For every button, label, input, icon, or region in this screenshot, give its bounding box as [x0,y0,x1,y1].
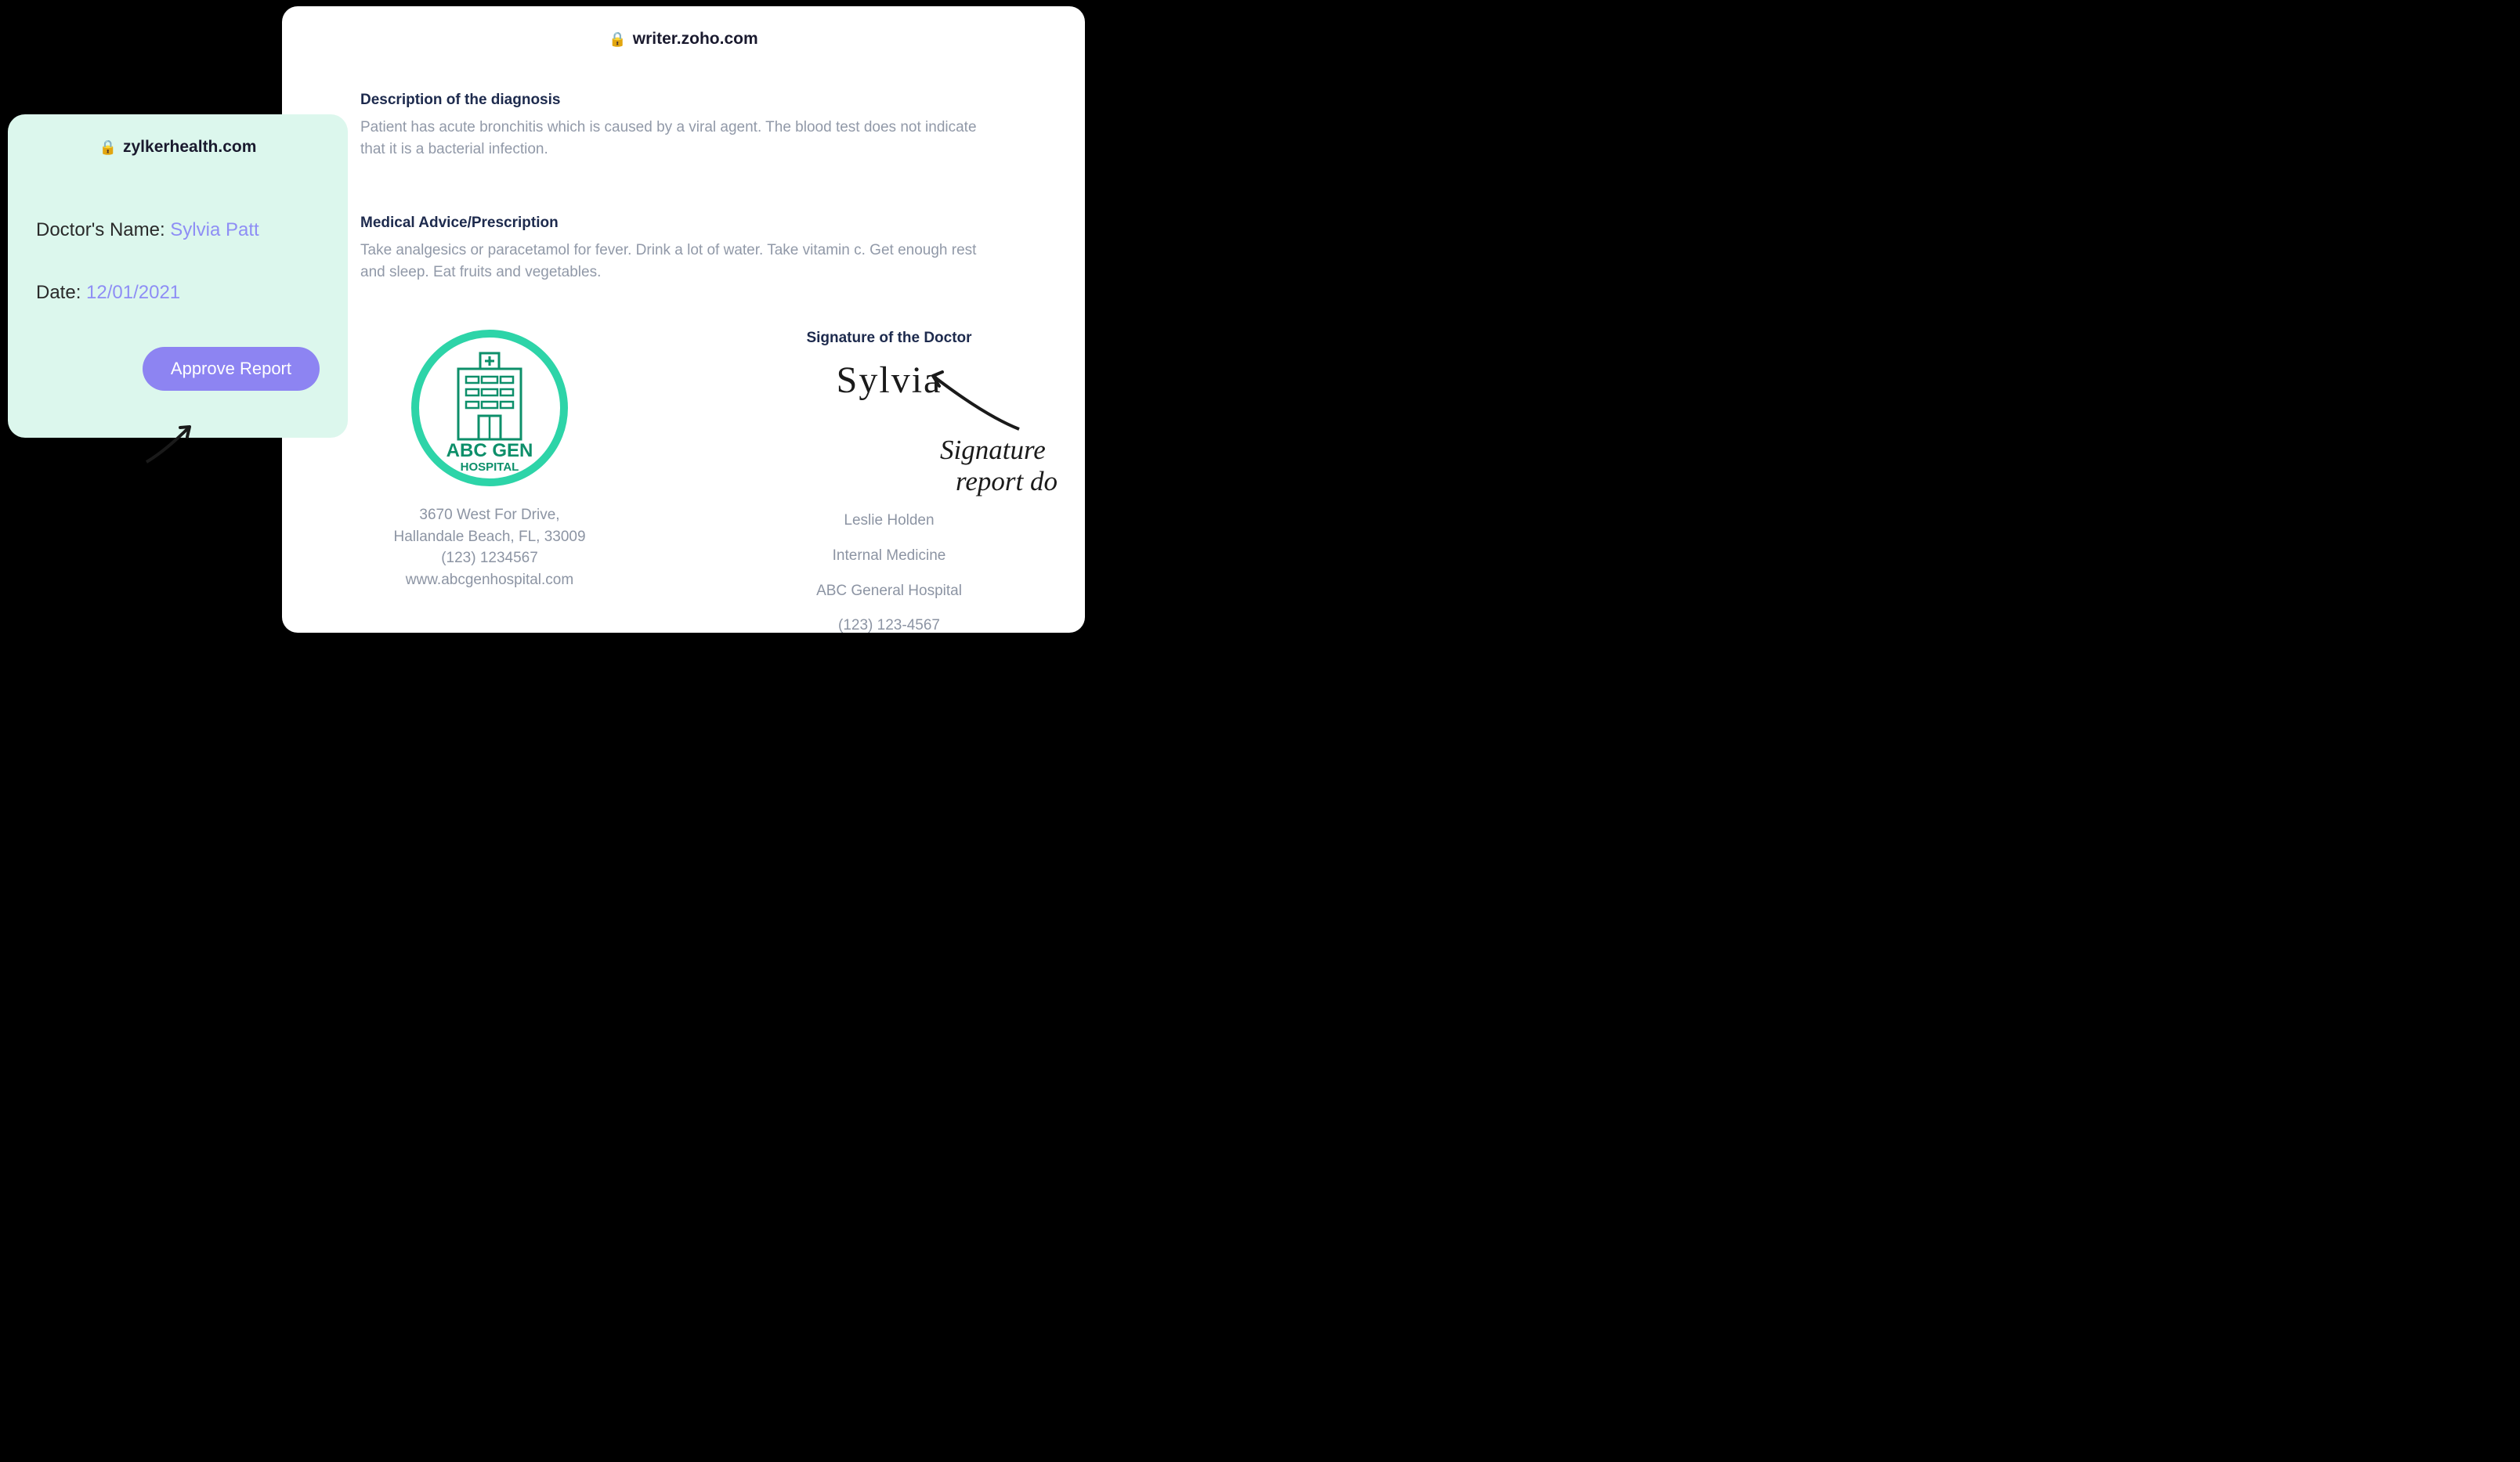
arrow-to-signature-icon [906,360,1023,435]
lock-icon: 🔒 [99,139,117,156]
hospital-column: ABC GEN HOSPITAL 3670 West For Drive, Ha… [364,330,615,652]
diagnosis-section: Description of the diagnosis Patient has… [321,92,1046,160]
writer-header: 🔒 writer.zoho.com [321,22,1046,92]
diagnosis-title: Description of the diagnosis [360,92,999,109]
advice-body: Take analgesics or paracetamol for fever… [360,240,987,283]
date-field: Date: 12/01/2021 [36,282,320,304]
svg-text:HOSPITAL: HOSPITAL [461,460,519,474]
date-label: Date: [36,282,86,303]
doctor-hospital: ABC General Hospital [779,582,999,601]
doctor-name-value: Sylvia Patt [170,219,259,240]
zylker-header: 🔒 zylkerhealth.com [36,138,320,157]
doctor-name-label: Doctor's Name: [36,219,170,240]
signature-caption-line1: Signature [940,435,1058,466]
doctor-name: Leslie Holden [779,511,999,531]
writer-card: 🔒 writer.zoho.com Description of the dia… [282,6,1085,633]
signature-caption: Signature report do [940,435,1058,498]
signature-caption-line2: report do [940,466,1058,497]
doctor-name-field: Doctor's Name: Sylvia Patt [36,219,320,241]
approve-report-button[interactable]: Approve Report [143,347,320,391]
date-value: 12/01/2021 [86,282,180,303]
hospital-website: www.abcgenhospital.com [364,569,615,591]
arrow-to-approve-icon [143,415,205,466]
hospital-address-line2: Hallandale Beach, FL, 33009 [364,526,615,548]
writer-domain: writer.zoho.com [633,30,758,49]
hospital-address: 3670 West For Drive, Hallandale Beach, F… [364,504,615,590]
signature-title: Signature of the Doctor [779,330,999,347]
zylker-card: 🔒 zylkerhealth.com Doctor's Name: Sylvia… [8,114,348,438]
hospital-logo: ABC GEN HOSPITAL [411,330,568,490]
diagnosis-body: Patient has acute bronchitis which is ca… [360,117,987,160]
doctor-phone: (123) 123-4567 [779,616,999,636]
advice-section: Medical Advice/Prescription Take analges… [321,215,1046,283]
svg-text:ABC GEN: ABC GEN [447,440,533,461]
hospital-address-line1: 3670 West For Drive, [364,504,615,526]
doctor-info: Leslie Holden Internal Medicine ABC Gene… [779,511,999,636]
hospital-phone: (123) 1234567 [364,547,615,569]
advice-title: Medical Advice/Prescription [360,215,999,232]
lock-icon: 🔒 [609,31,626,48]
doctor-specialty: Internal Medicine [779,547,999,566]
zylker-domain: zylkerhealth.com [123,138,256,157]
